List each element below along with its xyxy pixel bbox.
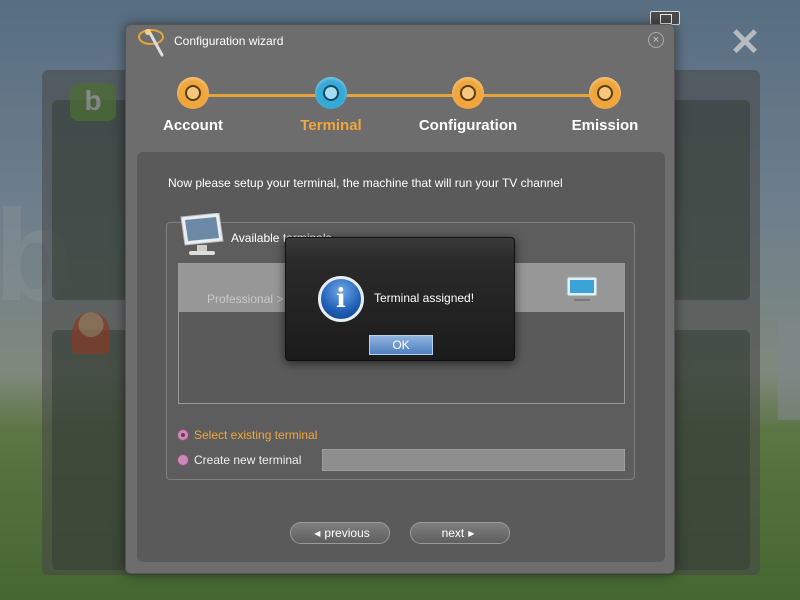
- step-label: Account: [163, 117, 223, 134]
- info-icon: i: [318, 276, 364, 322]
- next-label: next: [441, 526, 465, 540]
- dialog-message: Terminal assigned!: [374, 291, 475, 305]
- select-existing-terminal-option[interactable]: Select existing terminal: [177, 428, 317, 442]
- step-marker-icon: [315, 77, 347, 109]
- new-terminal-name-input[interactable]: [322, 449, 625, 471]
- next-button[interactable]: next ▶: [410, 522, 510, 544]
- radio-button[interactable]: [177, 454, 189, 466]
- step-terminal[interactable]: Terminal: [266, 77, 396, 134]
- step-configuration[interactable]: Configuration: [403, 77, 533, 134]
- tv-icon: [566, 276, 598, 301]
- create-new-terminal-option[interactable]: Create new terminal: [177, 453, 301, 467]
- arrow-left-icon: ◀: [314, 529, 321, 538]
- arrow-right-icon: ▶: [468, 529, 475, 538]
- magic-wand-icon: [138, 29, 164, 57]
- desktop-close-icon[interactable]: ✕: [728, 24, 762, 62]
- ok-button[interactable]: OK: [369, 335, 433, 355]
- radio-label: Create new terminal: [194, 453, 302, 467]
- radio-label: Select existing terminal: [194, 428, 318, 442]
- step-marker-icon: [177, 77, 209, 109]
- terminal-assigned-dialog: i Terminal assigned! OK: [285, 237, 515, 361]
- terminal-name: Professional >: [207, 292, 284, 306]
- step-label: Terminal: [300, 117, 362, 134]
- step-emission[interactable]: Emission: [540, 77, 670, 134]
- previous-label: previous: [324, 526, 370, 540]
- close-icon[interactable]: ×: [648, 32, 664, 48]
- step-account[interactable]: Account: [128, 77, 258, 134]
- window-mode-icon[interactable]: [650, 11, 680, 25]
- instruction-text: Now please setup your terminal, the mach…: [168, 176, 563, 190]
- radio-button[interactable]: [177, 429, 189, 441]
- previous-button[interactable]: ◀ previous: [290, 522, 390, 544]
- step-marker-icon: [452, 77, 484, 109]
- wizard-title: Configuration wizard: [174, 34, 284, 48]
- step-label: Emission: [571, 117, 639, 134]
- monitor-icon: [180, 213, 224, 255]
- step-marker-icon: [589, 77, 621, 109]
- step-label: Configuration: [418, 117, 518, 134]
